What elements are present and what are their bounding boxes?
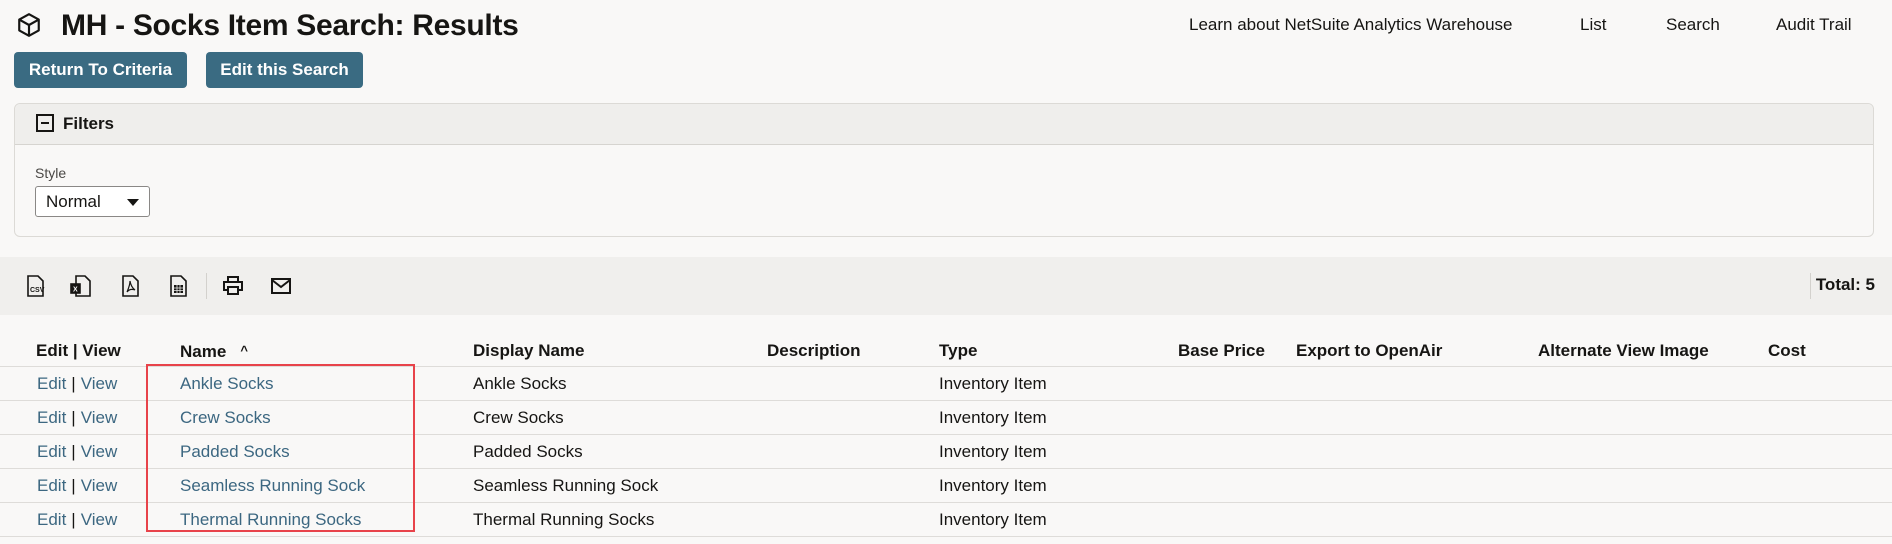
view-link[interactable]: View [81,442,118,461]
total-count: Total: 5 [1815,275,1875,294]
learn-nsaw-link[interactable]: Learn about NetSuite Analytics Warehouse [1189,14,1513,36]
column-header-cost[interactable]: Cost [1768,340,1806,362]
item-name-link[interactable]: Crew Socks [180,407,271,429]
edit-link[interactable]: Edit [37,442,66,461]
print-icon[interactable] [222,275,244,297]
display-name-cell: Thermal Running Socks [473,510,655,529]
svg-text:CSV: CSV [30,287,45,294]
item-name-link[interactable]: Ankle Socks [180,373,274,395]
view-link[interactable]: View [81,476,118,495]
search-link[interactable]: Search [1666,14,1720,36]
pdf-export-icon[interactable] [120,275,142,297]
toolbar-divider [1810,273,1811,299]
edit-search-button[interactable]: Edit this Search [206,52,363,88]
sort-ascending-icon: ^ [240,343,248,358]
separator: | [71,476,76,495]
type-cell: Inventory Item [939,408,1047,427]
filters-panel: Filters Style Normal [14,103,1874,237]
display-name-cell: Ankle Socks [473,374,567,393]
view-link[interactable]: View [81,374,118,393]
edit-view-cell: Edit | View [37,373,117,395]
list-link[interactable]: List [1580,14,1606,36]
svg-text:X: X [73,287,78,294]
view-link[interactable]: View [81,408,118,427]
style-select-value: Normal [46,192,101,211]
spreadsheet-export-icon[interactable] [168,275,190,297]
chevron-down-icon [127,199,139,206]
item-name-link[interactable]: Padded Socks [180,441,290,463]
edit-link[interactable]: Edit [37,374,66,393]
display-name-cell: Seamless Running Sock [473,476,659,495]
excel-export-icon[interactable]: X [70,275,92,297]
type-cell: Inventory Item [939,442,1047,461]
filters-header[interactable]: Filters [15,104,1873,145]
edit-view-cell: Edit | View [37,509,117,531]
separator: | [71,374,76,393]
separator: | [71,510,76,529]
column-header-name-label: Name [180,342,227,361]
column-header-export-openair[interactable]: Export to OpenAir [1296,340,1442,362]
edit-view-cell: Edit | View [37,441,117,463]
type-cell: Inventory Item [939,510,1047,529]
display-name-cell: Padded Socks [473,442,583,461]
view-link[interactable]: View [81,510,118,529]
edit-view-cell: Edit | View [37,475,117,497]
collapse-icon[interactable] [36,114,54,132]
separator: | [71,408,76,427]
page-title: MH - Socks Item Search: Results [61,9,519,42]
separator: | [71,442,76,461]
display-name-cell: Crew Socks [473,408,564,427]
column-header-description[interactable]: Description [767,340,861,362]
edit-view-cell: Edit | View [37,407,117,429]
edit-link[interactable]: Edit [37,510,66,529]
return-to-criteria-button[interactable]: Return To Criteria [14,52,187,88]
email-icon[interactable] [270,275,292,297]
item-name-link[interactable]: Thermal Running Socks [180,509,361,531]
cube-icon [18,13,40,37]
column-header-name[interactable]: Name ^ [180,340,248,363]
edit-link[interactable]: Edit [37,476,66,495]
row-divider [0,536,1892,537]
toolbar-divider [206,273,207,299]
column-header-base-price[interactable]: Base Price [1178,340,1265,362]
results-toolbar: CSV X Total: 5 [0,257,1892,315]
style-label: Style [35,165,67,181]
edit-link[interactable]: Edit [37,408,66,427]
column-header-display-name[interactable]: Display Name [473,340,585,362]
csv-export-icon[interactable]: CSV [25,275,47,297]
type-cell: Inventory Item [939,374,1047,393]
item-name-link[interactable]: Seamless Running Sock [180,475,365,497]
audit-trail-link[interactable]: Audit Trail [1776,14,1852,36]
filters-title: Filters [63,114,115,133]
style-select[interactable]: Normal [35,186,150,217]
type-cell: Inventory Item [939,476,1047,495]
column-header-edit-view: Edit | View [36,341,121,360]
column-header-alternate-view-image[interactable]: Alternate View Image [1538,340,1709,362]
column-header-type[interactable]: Type [939,340,977,362]
